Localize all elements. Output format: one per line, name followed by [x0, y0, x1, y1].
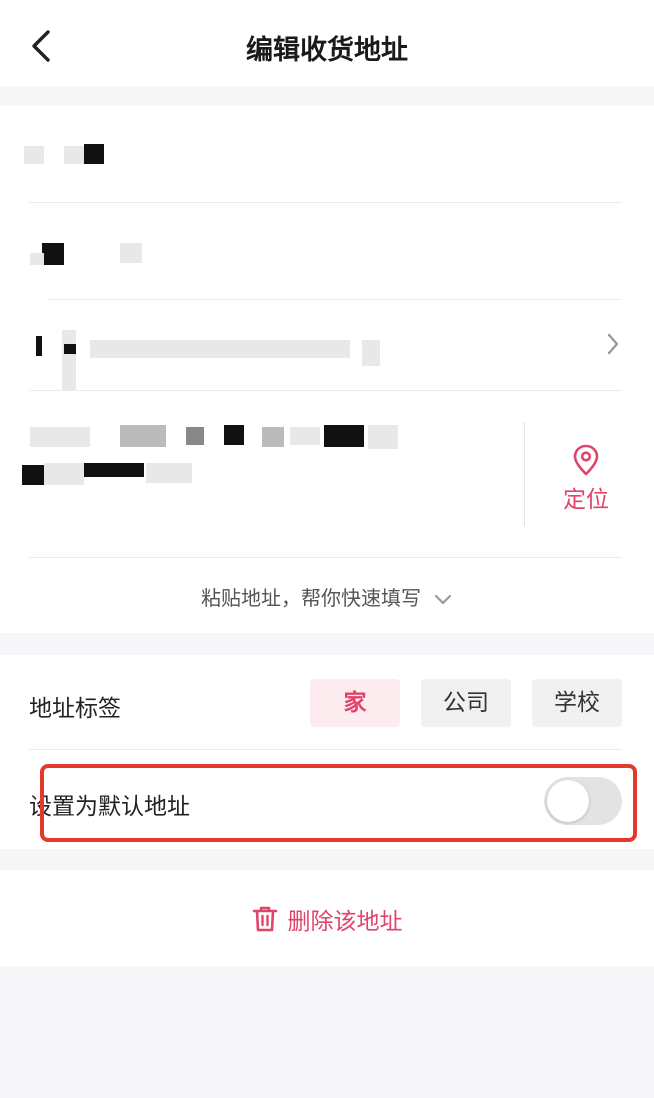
name-field[interactable] [0, 106, 654, 202]
redacted-block [186, 427, 204, 445]
page-title: 编辑收货地址 [246, 35, 408, 66]
edit-address-page: 编辑收货地址 定位 粘贴地址，帮你快速填写 地址标签 家 公司 学校 设置为默认… [0, 0, 654, 1098]
redacted-block [368, 425, 398, 449]
redacted-block [30, 253, 44, 265]
paste-address-toggle[interactable]: 粘贴地址，帮你快速填写 [0, 582, 654, 611]
redacted-block [90, 340, 350, 358]
redacted-block [24, 146, 44, 164]
divider [29, 557, 622, 558]
address-form-card: 定位 粘贴地址，帮你快速填写 [0, 106, 654, 633]
redacted-block [362, 340, 380, 366]
redacted-block [120, 425, 166, 447]
tag-school[interactable]: 学校 [532, 679, 622, 727]
trash-icon [252, 906, 277, 932]
region-selector[interactable] [0, 300, 654, 390]
redacted-block [146, 463, 192, 483]
redacted-block [44, 463, 84, 485]
chevron-down-icon [434, 594, 452, 604]
redacted-block [324, 425, 364, 447]
delete-card: 删除该地址 [0, 870, 654, 966]
redacted-block [290, 427, 320, 445]
paste-hint-text: 粘贴地址，帮你快速填写 [201, 586, 421, 610]
redacted-block [42, 243, 64, 265]
tag-home[interactable]: 家 [310, 679, 400, 727]
redacted-block [84, 463, 144, 477]
delete-address-button[interactable]: 删除该地址 [0, 902, 654, 936]
divider [524, 422, 525, 526]
phone-field[interactable] [0, 203, 654, 299]
divider [29, 749, 622, 750]
tag-company[interactable]: 公司 [421, 679, 511, 727]
detail-address-field[interactable] [0, 391, 520, 557]
highlight-annotation [40, 764, 637, 842]
redacted-block [64, 146, 84, 164]
location-pin-icon [573, 444, 599, 476]
redacted-block [22, 465, 44, 485]
redacted-block [62, 330, 76, 390]
header-bar: 编辑收货地址 [0, 0, 654, 86]
redacted-block [224, 425, 244, 445]
locate-button[interactable]: 定位 [546, 444, 626, 514]
redacted-block [36, 336, 42, 356]
delete-label: 删除该地址 [287, 909, 403, 935]
redacted-block [120, 243, 142, 263]
redacted-block [262, 427, 284, 447]
locate-label: 定位 [563, 487, 609, 513]
redacted-block [64, 344, 76, 354]
chevron-right-icon [607, 333, 619, 355]
redacted-block [84, 144, 104, 164]
tags-label: 地址标签 [29, 696, 121, 722]
redacted-block [30, 427, 90, 447]
